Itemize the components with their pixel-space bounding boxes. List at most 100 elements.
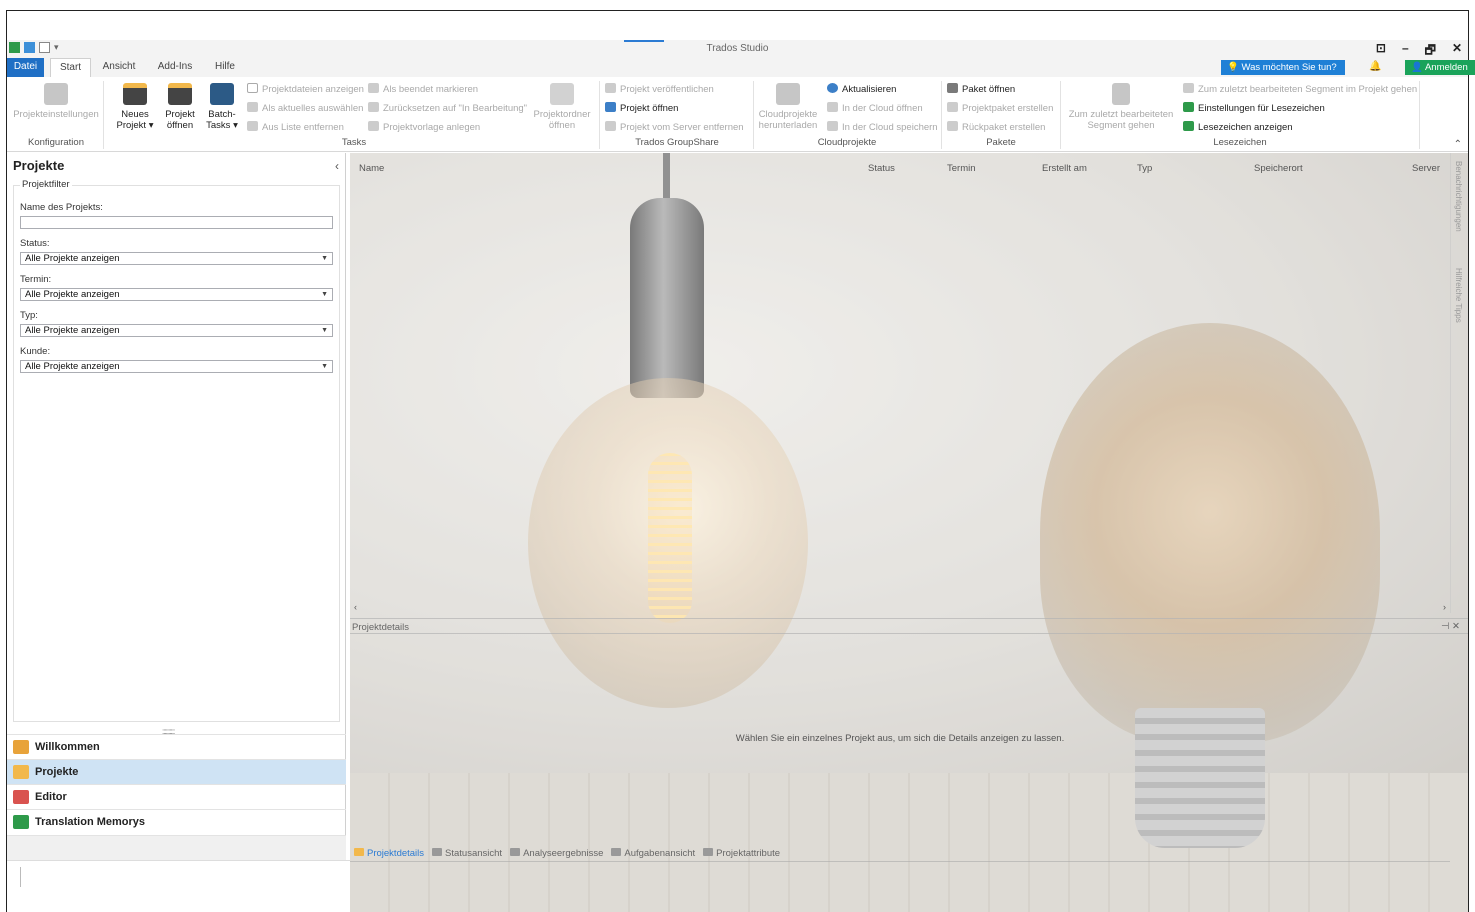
home-icon [13, 740, 29, 754]
text-cursor [20, 867, 21, 887]
tab-project-details[interactable]: Projektdetails [354, 848, 424, 859]
new-project-icon [123, 83, 147, 105]
nav-item-projekte[interactable]: Projekte [7, 759, 346, 784]
filter-group-title: Projektfilter [20, 179, 72, 190]
open-project-folder-button[interactable]: Projektordner öffnen [531, 83, 593, 131]
group-groupshare: Trados GroupShare [635, 137, 719, 148]
pin-close-icons[interactable]: ⊣ ✕ [1441, 621, 1460, 632]
settings-icon [44, 83, 68, 105]
translation-memory-icon [13, 815, 29, 829]
collapse-panel-icon[interactable]: ‹ [335, 159, 339, 173]
nav-item-translation-memorys[interactable]: Translation Memorys [7, 809, 346, 834]
nav-item-editor[interactable]: Editor [7, 784, 346, 809]
save-in-cloud-label: In der Cloud speichern [842, 122, 938, 133]
type-select[interactable]: Alle Projekte anzeigen ▼ [20, 324, 333, 337]
new-project-button[interactable]: Neues Projekt ▾ [115, 83, 155, 131]
column-deadline[interactable]: Termin [947, 163, 976, 174]
save-in-cloud-button[interactable]: In der Cloud speichern [827, 121, 938, 133]
create-return-package-button[interactable]: Rückpaket erstellen [947, 121, 1045, 133]
tab-helpful-tips[interactable]: Hilfreiche Tipps [1454, 268, 1463, 323]
project-name-label: Name des Projekts: [20, 202, 103, 213]
status-label: Status: [20, 238, 50, 249]
column-server[interactable]: Server [1412, 163, 1440, 174]
customer-select[interactable]: Alle Projekte anzeigen ▼ [20, 360, 333, 373]
project-name-input[interactable] [20, 216, 333, 229]
batch-tasks-icon [210, 83, 234, 105]
batch-tasks-button[interactable]: Batch-Tasks ▾ [205, 83, 239, 131]
tell-me-search[interactable]: 💡 Was möchten Sie tun? [1221, 60, 1345, 75]
groupshare-open-project-button[interactable]: Projekt öffnen [605, 102, 678, 114]
nav-item-willkommen[interactable]: Willkommen [7, 734, 346, 759]
mark-as-completed-button[interactable]: Als beendet markieren [368, 83, 478, 95]
set-as-current-label: Als aktuelles auswählen [262, 103, 364, 114]
project-details-message: Wählen Sie ein einzelnes Projekt aus, um… [735, 733, 1065, 744]
project-details-header: Projektdetails ⊣ ✕ [350, 618, 1468, 634]
type-label: Typ: [20, 310, 38, 321]
tab-hilfe[interactable]: Hilfe [209, 58, 241, 77]
nav-item-label: Translation Memorys [35, 816, 146, 828]
scroll-right-icon[interactable]: › [1443, 602, 1446, 612]
tab-status-view[interactable]: Statusansicht [432, 848, 502, 859]
projects-view: Name Status Termin Erstellt am Typ Speic… [350, 153, 1468, 912]
tab-start[interactable]: Start [50, 58, 91, 77]
publish-project-button[interactable]: Projekt veröffentlichen [605, 83, 714, 95]
scroll-left-icon[interactable]: ‹ [354, 602, 357, 612]
tab-ansicht[interactable]: Ansicht [97, 58, 141, 77]
revert-to-in-progress-label: Zurücksetzen auf "In Bearbeitung" [383, 103, 528, 114]
deadline-select[interactable]: Alle Projekte anzeigen ▼ [20, 288, 333, 301]
tab-project-attributes[interactable]: Projektattribute [703, 848, 780, 859]
remove-project-from-server-button[interactable]: Projekt vom Server entfernen [605, 121, 744, 133]
open-package-button[interactable]: Paket öffnen [947, 83, 1015, 95]
group-separator [103, 81, 104, 149]
refresh-label: Aktualisieren [842, 84, 897, 95]
tab-datei[interactable]: Datei [7, 58, 44, 77]
refresh-button[interactable]: Aktualisieren [827, 83, 896, 95]
tab-task-view[interactable]: Aufgabenansicht [611, 848, 695, 859]
open-in-cloud-label: In der Cloud öffnen [842, 103, 923, 114]
bookmark-settings-button[interactable]: Einstellungen für Lesezeichen [1183, 102, 1325, 114]
side-panel-tabs: Benachrichtigungen Hilfreiche Tipps [1450, 153, 1468, 613]
download-cloud-projects-label: Cloudprojekte herunterladen [758, 109, 818, 131]
tab-notifications[interactable]: Benachrichtigungen [1454, 161, 1463, 232]
deadline-label: Termin: [20, 274, 52, 285]
background-overlay [350, 153, 1468, 912]
nav-item-label: Editor [35, 791, 67, 803]
go-to-last-segment-button[interactable]: Zum zuletzt bearbeiteten Segment gehen [1065, 83, 1177, 131]
status-area [7, 860, 351, 912]
nav-item-label: Projekte [35, 766, 79, 778]
column-location[interactable]: Speicherort [1254, 163, 1303, 174]
remove-from-list-button[interactable]: Aus Liste entfernen [247, 121, 344, 133]
column-name[interactable]: Name [359, 163, 384, 174]
open-project-button[interactable]: Projekt öffnen [162, 83, 198, 131]
sign-in-button[interactable]: 👤 Anmelden [1405, 60, 1475, 75]
create-project-package-button[interactable]: Projektpaket erstellen [947, 102, 1053, 114]
title-accent [624, 40, 664, 42]
tab-analysis-results[interactable]: Analyseergebnisse [510, 848, 603, 859]
tab-label: Statusansicht [445, 848, 503, 859]
show-project-files-button[interactable]: Projektdateien anzeigen [247, 83, 364, 95]
bookmark-settings-label: Einstellungen für Lesezeichen [1198, 103, 1325, 114]
download-cloud-projects-button[interactable]: Cloudprojekte herunterladen [757, 83, 819, 131]
customer-label: Kunde: [20, 346, 51, 357]
horizontal-scrollbar[interactable]: ‹ › [350, 602, 1450, 614]
set-as-current-button[interactable]: Als aktuelles auswählen [247, 102, 363, 114]
show-bookmarks-button[interactable]: Lesezeichen anzeigen [1183, 121, 1293, 133]
column-created[interactable]: Erstellt am [1042, 163, 1087, 174]
status-select[interactable]: Alle Projekte anzeigen ▼ [20, 252, 333, 265]
revert-to-in-progress-button[interactable]: Zurücksetzen auf "In Bearbeitung" [368, 102, 527, 114]
column-status[interactable]: Status [868, 163, 895, 174]
new-project-label: Neues Projekt ▾ [116, 109, 154, 131]
project-settings-button[interactable]: Projekteinstellungen [11, 83, 101, 120]
tab-add-ins[interactable]: Add-Ins [153, 58, 197, 77]
show-project-files-label: Projektdateien anzeigen [262, 84, 364, 95]
tab-label: Projektdetails [367, 848, 425, 859]
chevron-down-icon: ▼ [321, 291, 328, 298]
column-type[interactable]: Typ [1137, 163, 1152, 174]
open-in-cloud-button[interactable]: In der Cloud öffnen [827, 102, 923, 114]
folder-icon [550, 83, 574, 105]
collapse-ribbon-icon[interactable]: ⌃ [1454, 139, 1462, 150]
go-to-last-segment-in-project-button[interactable]: Zum zuletzt bearbeiteten Segment im Proj… [1183, 83, 1417, 95]
notification-bell-icon[interactable]: 🔔 [1369, 61, 1381, 72]
group-separator [599, 81, 600, 149]
create-project-template-button[interactable]: Projektvorlage anlegen [368, 121, 480, 133]
